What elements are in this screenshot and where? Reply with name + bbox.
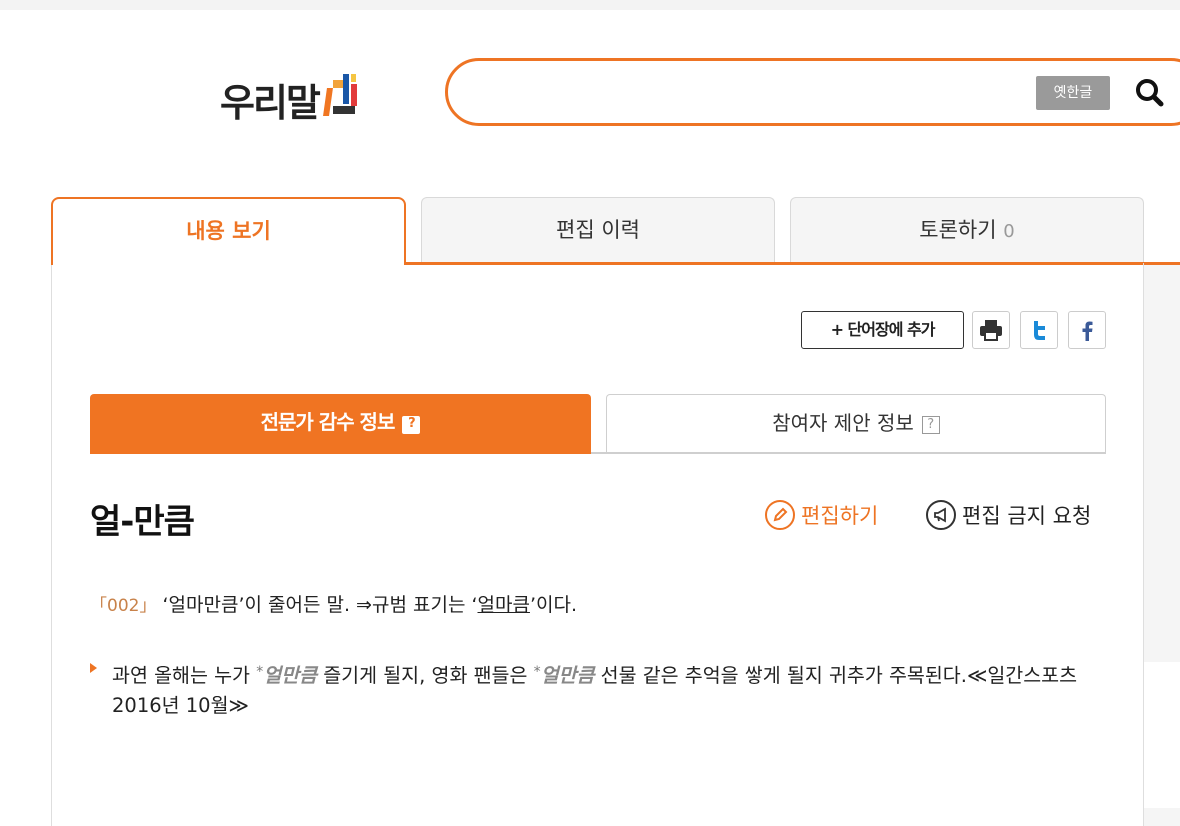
subtab-underline [591, 452, 1106, 454]
twitter-share-button[interactable] [1020, 311, 1058, 349]
logo-mark-icon [321, 70, 361, 122]
top-strip [0, 0, 1180, 10]
edit-ban-label: 편집 금지 요청 [962, 504, 1092, 528]
print-button[interactable] [972, 311, 1010, 349]
tab-discussion[interactable]: 토론하기 0 [790, 197, 1144, 264]
discussion-count: 0 [1003, 221, 1015, 242]
search-icon [1136, 79, 1164, 107]
definition: 「002」 ‘얼마만큼’이 줄어든 말. ⇒규범 표기는 ‘얼마큼’이다. [90, 590, 577, 617]
facebook-icon [1082, 321, 1093, 341]
example-keyword: 얼만큼 [263, 664, 318, 687]
add-to-wordbook-label: 단어장에 추가 [847, 320, 936, 339]
tab-edit-history[interactable]: 편집 이력 [421, 197, 775, 264]
search-button[interactable] [1130, 73, 1170, 113]
help-icon[interactable]: ? [402, 416, 421, 434]
right-gutter [1144, 262, 1180, 662]
printer-icon [980, 320, 1002, 341]
sense-number: 「002」 [90, 596, 157, 616]
tab-participant-info[interactable]: 참여자 제안 정보? [606, 394, 1106, 454]
megaphone-icon [926, 500, 956, 530]
add-to-wordbook-button[interactable]: + 단어장에 추가 [801, 311, 964, 349]
facebook-share-button[interactable] [1068, 311, 1106, 349]
twitter-icon [1034, 321, 1045, 340]
definition-text-end: ’이다. [529, 594, 577, 616]
edit-label: 편집하기 [801, 504, 879, 528]
old-hangul-button[interactable]: 옛한글 [1036, 76, 1110, 110]
tab-expert-label: 전문가 감수 정보 [260, 410, 396, 434]
search-input[interactable] [476, 75, 1016, 109]
right-gutter-bottom [1144, 808, 1180, 826]
example-keyword: 얼만큼 [540, 664, 595, 687]
example-sentence: 과연 올해는 누가 *얼만큼 즐기게 될지, 영화 팬들은 *얼만큼 선물 같은… [90, 657, 1110, 721]
bullet-icon [90, 663, 97, 673]
search-bar: 옛한글 [445, 58, 1180, 126]
tab-discussion-label: 토론하기 [919, 218, 997, 242]
definition-text: ‘얼마만큼’이 줄어든 말. ⇒규범 표기는 ‘ [162, 594, 478, 616]
tab-expert-info[interactable]: 전문가 감수 정보? [90, 394, 591, 454]
edit-button[interactable]: 편집하기 [765, 500, 878, 530]
edit-ban-request-button[interactable]: 편집 금지 요청 [926, 500, 1091, 530]
tab-participant-label: 참여자 제안 정보 [772, 411, 914, 435]
pencil-icon [765, 500, 795, 530]
tab-view-content[interactable]: 내용 보기 [51, 197, 406, 265]
help-icon[interactable]: ? [921, 416, 940, 434]
site-logo[interactable]: 우리말 [220, 62, 361, 122]
plus-icon: + [830, 320, 844, 339]
headword: 얼-만큼 [90, 502, 195, 542]
definition-link[interactable]: 얼마큼 [478, 594, 530, 616]
